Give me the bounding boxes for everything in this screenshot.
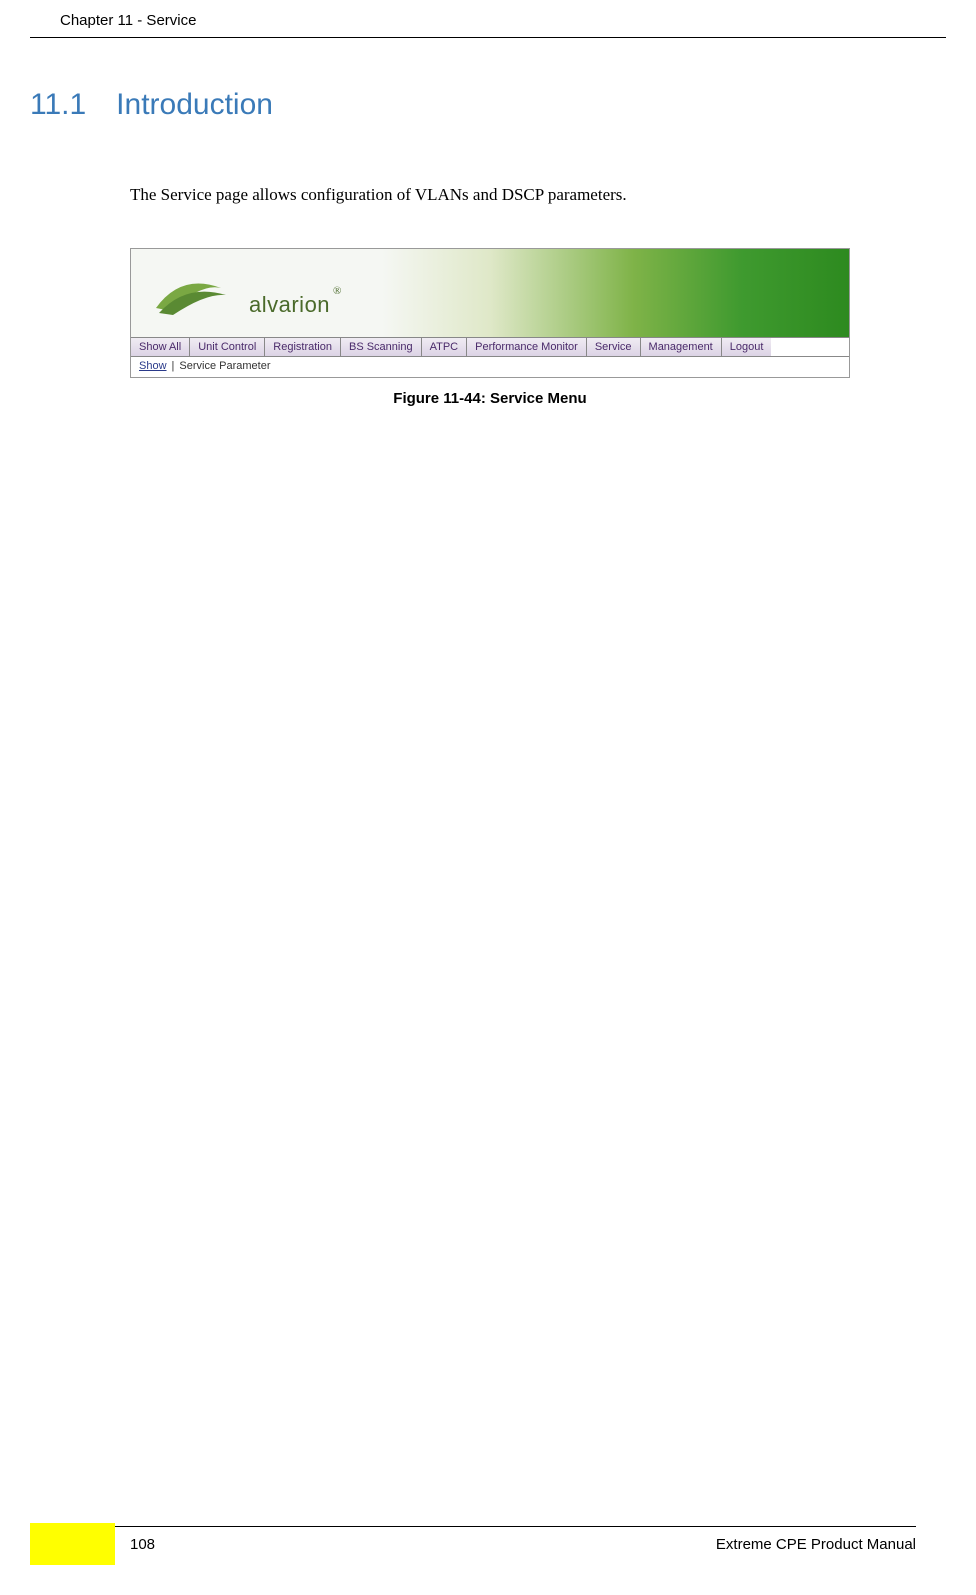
tab-unit-control[interactable]: Unit Control bbox=[190, 338, 265, 356]
manual-title: Extreme CPE Product Manual bbox=[716, 1536, 916, 1553]
page-number: 108 bbox=[130, 1536, 155, 1553]
tab-management[interactable]: Management bbox=[641, 338, 722, 356]
footer-rule bbox=[115, 1526, 916, 1527]
tab-service[interactable]: Service bbox=[587, 338, 641, 356]
section-title: Introduction bbox=[116, 88, 273, 121]
main-tab-row: Show All Unit Control Registration BS Sc… bbox=[131, 337, 849, 357]
tab-registration[interactable]: Registration bbox=[265, 338, 341, 356]
section-heading: 11.1 Introduction bbox=[0, 38, 976, 122]
section-number: 11.1 bbox=[30, 88, 86, 122]
subnav-show-link[interactable]: Show bbox=[131, 359, 172, 373]
intro-paragraph: The Service page allows configuration of… bbox=[0, 122, 976, 208]
tab-performance-monitor[interactable]: Performance Monitor bbox=[467, 338, 587, 356]
logo-banner: alvarion ® bbox=[131, 249, 849, 337]
page-footer: 108 Extreme CPE Product Manual bbox=[0, 1505, 976, 1565]
subnav-service-parameter: Service Parameter bbox=[174, 359, 275, 373]
logo-text: alvarion bbox=[249, 292, 330, 318]
figure-container: alvarion ® Show All Unit Control Registr… bbox=[130, 248, 850, 407]
service-menu-screenshot: alvarion ® Show All Unit Control Registr… bbox=[130, 248, 850, 378]
tab-show-all[interactable]: Show All bbox=[131, 338, 190, 356]
tab-atpc[interactable]: ATPC bbox=[422, 338, 468, 356]
tab-logout[interactable]: Logout bbox=[722, 338, 772, 356]
chapter-header: Chapter 11 - Service bbox=[30, 0, 946, 38]
chapter-label: Chapter 11 - Service bbox=[60, 12, 196, 29]
registered-mark: ® bbox=[333, 285, 341, 297]
alvarion-swoosh-icon bbox=[151, 263, 241, 323]
footer-yellow-block bbox=[30, 1523, 115, 1565]
figure-caption: Figure 11-44: Service Menu bbox=[130, 390, 850, 407]
sub-nav-row: Show | Service Parameter bbox=[131, 357, 849, 377]
tab-bs-scanning[interactable]: BS Scanning bbox=[341, 338, 422, 356]
